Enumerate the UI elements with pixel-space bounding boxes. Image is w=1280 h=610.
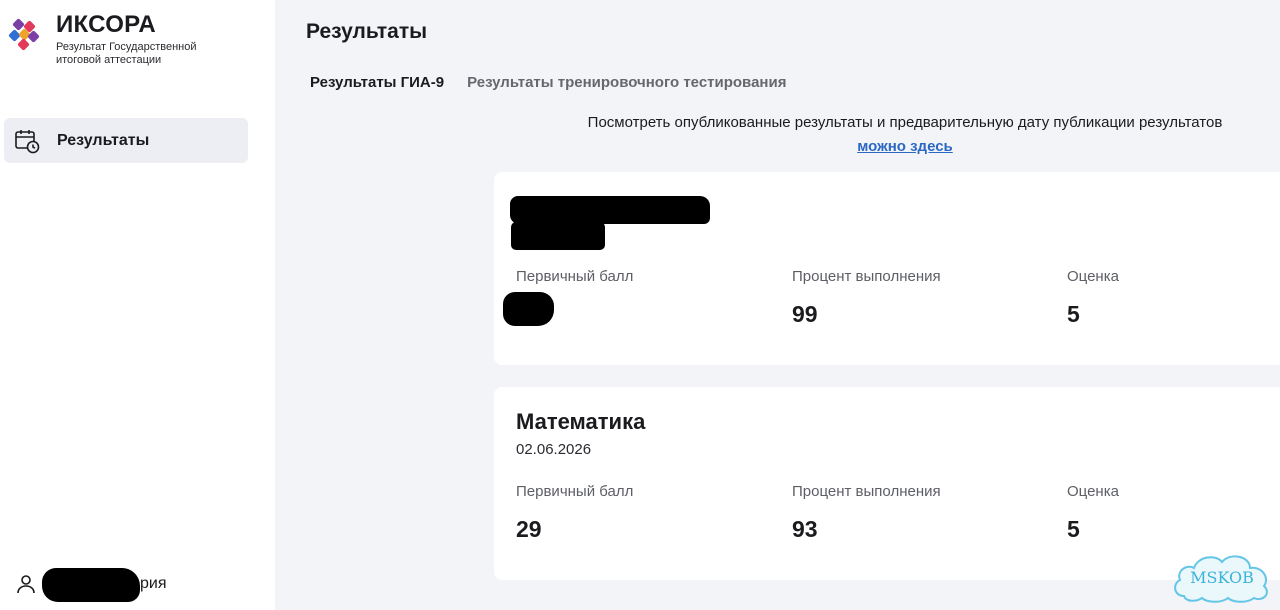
sidebar: ИКСОРА Результат Государственной итогово… bbox=[0, 0, 275, 610]
primary-score-value: 29 bbox=[516, 516, 542, 542]
publication-notice: Посмотреть опубликованные результаты и п… bbox=[525, 111, 1280, 159]
app-title: ИКСОРА bbox=[56, 11, 157, 38]
subject-name: Математика bbox=[516, 409, 646, 434]
completion-percent-label: Процент выполнения bbox=[792, 268, 941, 285]
tab-training-results[interactable]: Результаты тренировочного тестирования bbox=[467, 74, 786, 91]
watermark-cloud-logo: MSKOB bbox=[1174, 555, 1268, 603]
redacted-primary-score bbox=[503, 292, 554, 326]
page-title: Результаты bbox=[306, 20, 428, 43]
notice-text: Посмотреть опубликованные результаты и п… bbox=[587, 114, 1223, 131]
notice-link[interactable]: можно здесь bbox=[857, 135, 953, 159]
user-icon bbox=[17, 575, 35, 594]
app-subtitle: Результат Государственной итоговой аттес… bbox=[56, 41, 197, 66]
exam-date: 02.06.2026 bbox=[516, 441, 592, 458]
calendar-clock-icon bbox=[15, 129, 40, 153]
grade-label: Оценка bbox=[1067, 483, 1119, 500]
grade-label: Оценка bbox=[1067, 268, 1119, 285]
user-profile[interactable]: рия bbox=[14, 566, 167, 602]
redacted-user-name bbox=[42, 568, 140, 602]
grade-value: 5 bbox=[1067, 301, 1080, 327]
completion-percent-value: 99 bbox=[792, 301, 818, 327]
tabs: Результаты ГИА-9 Результаты тренировочно… bbox=[310, 74, 786, 91]
grade-value: 5 bbox=[1067, 516, 1080, 542]
logo-mark-icon bbox=[8, 18, 42, 52]
sidebar-item-label: Результаты bbox=[57, 131, 150, 149]
tab-gia-9-results[interactable]: Результаты ГИА-9 bbox=[310, 74, 444, 91]
redacted-date bbox=[511, 222, 605, 250]
sidebar-item-results[interactable]: Результаты bbox=[4, 118, 248, 163]
main-content: Результаты Результаты ГИА-9 Результаты т… bbox=[275, 0, 1280, 610]
app-logo[interactable]: ИКСОРА Результат Государственной итогово… bbox=[8, 11, 226, 67]
user-name-suffix: рия bbox=[140, 575, 167, 592]
result-card[interactable]: Математика 02.06.2026 Первичный балл 29 … bbox=[494, 387, 1280, 580]
redacted-subject bbox=[510, 196, 710, 224]
result-card[interactable]: Первичный балл Процент выполнения 99 Оце… bbox=[494, 172, 1280, 365]
completion-percent-value: 93 bbox=[792, 516, 818, 542]
primary-score-label: Первичный балл bbox=[516, 268, 634, 285]
watermark-text: MSKOB bbox=[1190, 568, 1254, 587]
completion-percent-label: Процент выполнения bbox=[792, 483, 941, 500]
primary-score-label: Первичный балл bbox=[516, 483, 634, 500]
